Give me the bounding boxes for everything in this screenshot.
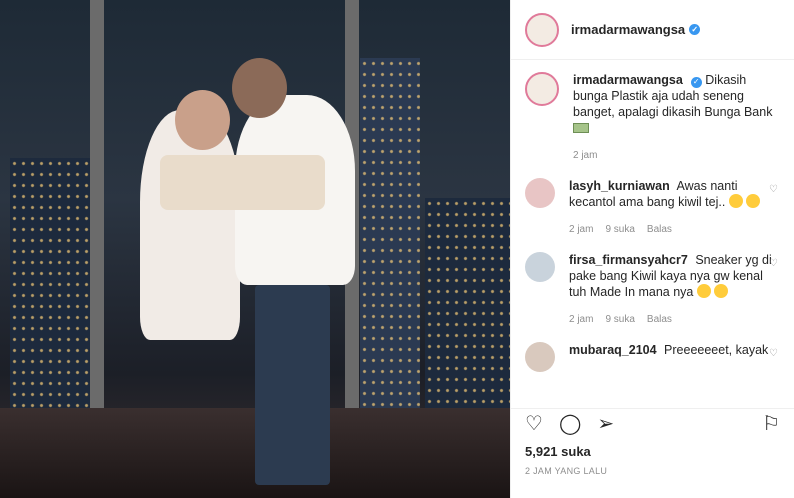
list-item: firsa_firmansyahcr7 Sneaker yg di pake b… [525,252,780,328]
comment-icon[interactable]: ◯ [559,411,581,436]
post-time: 2 JAM YANG LALU [525,466,608,476]
heart-icon[interactable]: ♡ [525,411,543,436]
avatar[interactable] [525,12,559,47]
bookmark-icon[interactable]: ⚐ [762,411,780,436]
caption: irmadarmawangsa ✓ Dikasih bunga Plastik a… [525,72,780,164]
verified-badge-icon: ✓ [690,76,702,88]
man-jeans [255,285,330,485]
likes-count[interactable]: 5,921 suka [525,444,591,459]
reply-button[interactable]: Balas [647,222,672,238]
flower-bouquet [160,155,325,210]
list-item: lasyh_kurniawan Awas nanti kecantol ama … [525,178,780,238]
city-lights [425,198,510,438]
post-header: irmadarmawangsa ✓ [511,0,794,60]
action-bar: ♡ ◯ ➢ ⚐ [511,408,794,438]
laughing-emoji-icon [728,194,743,208]
window-frame [90,0,104,438]
woman-head [175,90,230,150]
post-photo[interactable] [0,0,510,498]
post-username[interactable]: irmadarmawangsa ✓ [571,22,701,37]
heart-icon[interactable]: ♡ [769,184,778,195]
comment-time: 2 jam [569,314,594,325]
comment-likes[interactable]: 9 suka [605,222,634,238]
avatar[interactable] [525,342,555,372]
caption-time: 2 jam [573,150,598,161]
city-lights [10,158,100,438]
heart-icon[interactable]: ♡ [769,348,778,359]
share-icon[interactable]: ➢ [597,411,614,436]
comment-username[interactable]: mubaraq_2104 [569,343,657,357]
list-item: mubaraq_2104 Preeeeeeet, kayak ♡ [525,342,780,372]
reply-button[interactable]: Balas [647,312,672,328]
city-lights [360,58,420,438]
avatar[interactable] [525,72,559,106]
comment-likes[interactable]: 9 suka [605,312,634,328]
heart-icon[interactable]: ♡ [769,258,778,269]
comment-time: 2 jam [569,224,594,235]
comments-list: irmadarmawangsa ✓ Dikasih bunga Plastik a… [511,72,794,400]
money-icon [573,123,589,133]
caption-username[interactable]: irmadarmawangsa [573,73,683,87]
verified-badge-icon: ✓ [689,24,701,35]
comment-username[interactable]: lasyh_kurniawan [569,179,670,193]
avatar[interactable] [525,178,555,208]
laughing-emoji-icon [746,194,761,208]
laughing-emoji-icon [696,284,711,298]
man-head [232,58,287,118]
avatar[interactable] [525,252,555,282]
laughing-emoji-icon [714,284,729,298]
username-link[interactable]: irmadarmawangsa [571,22,685,37]
comment-username[interactable]: firsa_firmansyahcr7 [569,253,688,267]
post-panel: irmadarmawangsa ✓ irmadarmawangsa ✓ Dikas… [510,0,794,498]
comment-text: Preeeeeeet, kayak [664,343,769,357]
